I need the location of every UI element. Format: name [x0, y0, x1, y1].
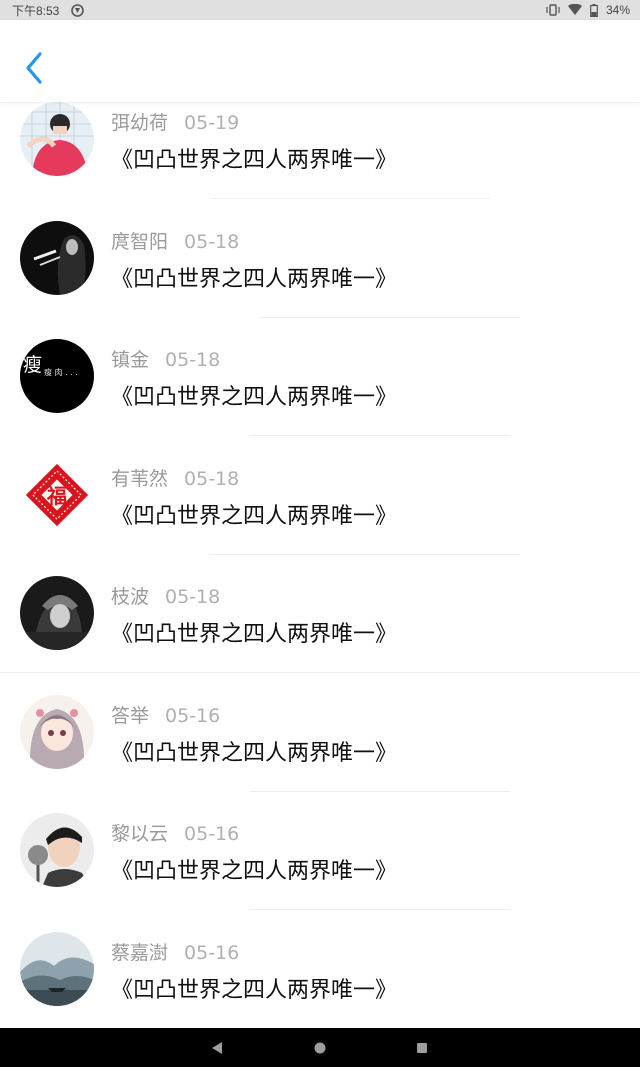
svg-text:瘦 肉 . . .: 瘦 肉 . . .: [44, 367, 78, 377]
avatar[interactable]: [20, 102, 94, 176]
comment-meta: 有苇然 05-18: [111, 464, 239, 491]
comment-title[interactable]: 《凹凸世界之四人两界唯一》: [111, 142, 397, 174]
comment-date: 05-18: [184, 467, 240, 490]
comment-title[interactable]: 《凹凸世界之四人两界唯一》: [111, 972, 397, 1004]
comment-list[interactable]: 弭幼荷 05-19 《凹凸世界之四人两界唯一》 庹智阳 05-18 《凹凸世界之四人…: [0, 102, 640, 1028]
battery-percent: 34%: [605, 3, 630, 17]
comment-date: 05-16: [184, 823, 240, 845]
comment-date: 05-16: [165, 704, 221, 727]
chevron-left-icon: [26, 52, 42, 84]
comment-meta: 镇金 05-18: [111, 345, 220, 372]
avatar[interactable]: [20, 220, 94, 295]
wifi-icon: [567, 4, 582, 16]
list-item[interactable]: 枝波 05-18 《凹凸世界之四人两界唯一》: [0, 576, 640, 695]
comment-meta: 黎以云 05-16: [111, 819, 239, 846]
avatar[interactable]: 福: [20, 457, 94, 532]
status-bar: 下午8:53 34%: [0, 0, 640, 20]
back-button[interactable]: [16, 48, 52, 88]
battery-icon: [590, 3, 598, 17]
top-app-bar: [0, 20, 640, 102]
user-name[interactable]: 枝波: [111, 586, 149, 608]
comment-date: 05-18: [165, 349, 221, 371]
user-name[interactable]: 蔡嘉澍: [111, 942, 168, 964]
user-name[interactable]: 有苇然: [111, 468, 168, 490]
list-item[interactable]: 福 有苇然 05-18 《凹凸世界之四人两界唯一》: [0, 457, 640, 577]
recents-square-icon: [417, 1042, 427, 1053]
avatar[interactable]: [20, 694, 94, 769]
avatar-text: 瘦: [23, 354, 42, 376]
list-item[interactable]: 弭幼荷 05-19 《凹凸世界之四人两界唯一》: [0, 102, 640, 221]
user-name[interactable]: 答举: [111, 705, 149, 727]
user-name[interactable]: 弭幼荷: [111, 112, 168, 134]
home-circle-icon: [314, 1042, 326, 1053]
divider: [0, 672, 640, 673]
comment-meta: 答举 05-16: [111, 701, 220, 728]
avatar[interactable]: [20, 931, 94, 1006]
comment-title[interactable]: 《凹凸世界之四人两界唯一》: [111, 616, 397, 648]
comment-meta: 蔡嘉澍 05-16: [111, 938, 239, 965]
comment-title[interactable]: 《凹凸世界之四人两界唯一》: [111, 379, 397, 411]
user-name[interactable]: 镇金: [111, 349, 149, 371]
navigation-bar: [0, 1028, 640, 1067]
comment-meta: 弭幼荷 05-19: [111, 108, 239, 135]
vibrate-icon: [546, 4, 560, 16]
avatar-text: 福: [46, 484, 67, 508]
comment-meta: 庹智阳 05-18: [111, 227, 239, 254]
comment-date: 05-18: [165, 586, 221, 608]
nav-recents-button[interactable]: [402, 1028, 442, 1067]
divider: [250, 909, 510, 910]
sync-icon: [71, 3, 85, 17]
comment-meta: 枝波 05-18: [111, 582, 220, 609]
comment-date: 05-18: [184, 230, 240, 253]
divider: [210, 553, 520, 555]
list-item[interactable]: 庹智阳 05-18 《凹凸世界之四人两界唯一》: [0, 220, 640, 340]
back-triangle-icon: [212, 1041, 222, 1054]
comment-title[interactable]: 《凹凸世界之四人两界唯一》: [111, 498, 397, 530]
nav-home-button[interactable]: [300, 1028, 340, 1067]
avatar[interactable]: [20, 813, 94, 887]
list-item[interactable]: 蔡嘉澍 05-16 《凹凸世界之四人两界唯一》: [0, 931, 640, 1029]
divider: [250, 790, 510, 792]
comment-title[interactable]: 《凹凸世界之四人两界唯一》: [111, 735, 397, 767]
user-name[interactable]: 黎以云: [111, 823, 168, 845]
comment-title[interactable]: 《凹凸世界之四人两界唯一》: [111, 853, 397, 885]
list-item[interactable]: 答举 05-16 《凹凸世界之四人两界唯一》: [0, 694, 640, 814]
user-name[interactable]: 庹智阳: [111, 231, 168, 253]
comment-date: 05-16: [184, 941, 240, 964]
avatar[interactable]: 瘦 瘦 肉 . . .: [20, 339, 94, 413]
divider: [250, 435, 510, 436]
comment-date: 05-19: [184, 112, 240, 134]
list-item[interactable]: 瘦 瘦 肉 . . . 镇金 05-18 《凹凸世界之四人两界唯一》: [0, 339, 640, 458]
divider: [210, 198, 490, 199]
comment-title[interactable]: 《凹凸世界之四人两界唯一》: [111, 261, 397, 293]
avatar[interactable]: [20, 576, 94, 650]
list-item[interactable]: 黎以云 05-16 《凹凸世界之四人两界唯一》: [0, 813, 640, 932]
status-time: 下午8:53: [12, 3, 60, 18]
nav-back-button[interactable]: [197, 1028, 237, 1067]
divider: [260, 316, 520, 318]
